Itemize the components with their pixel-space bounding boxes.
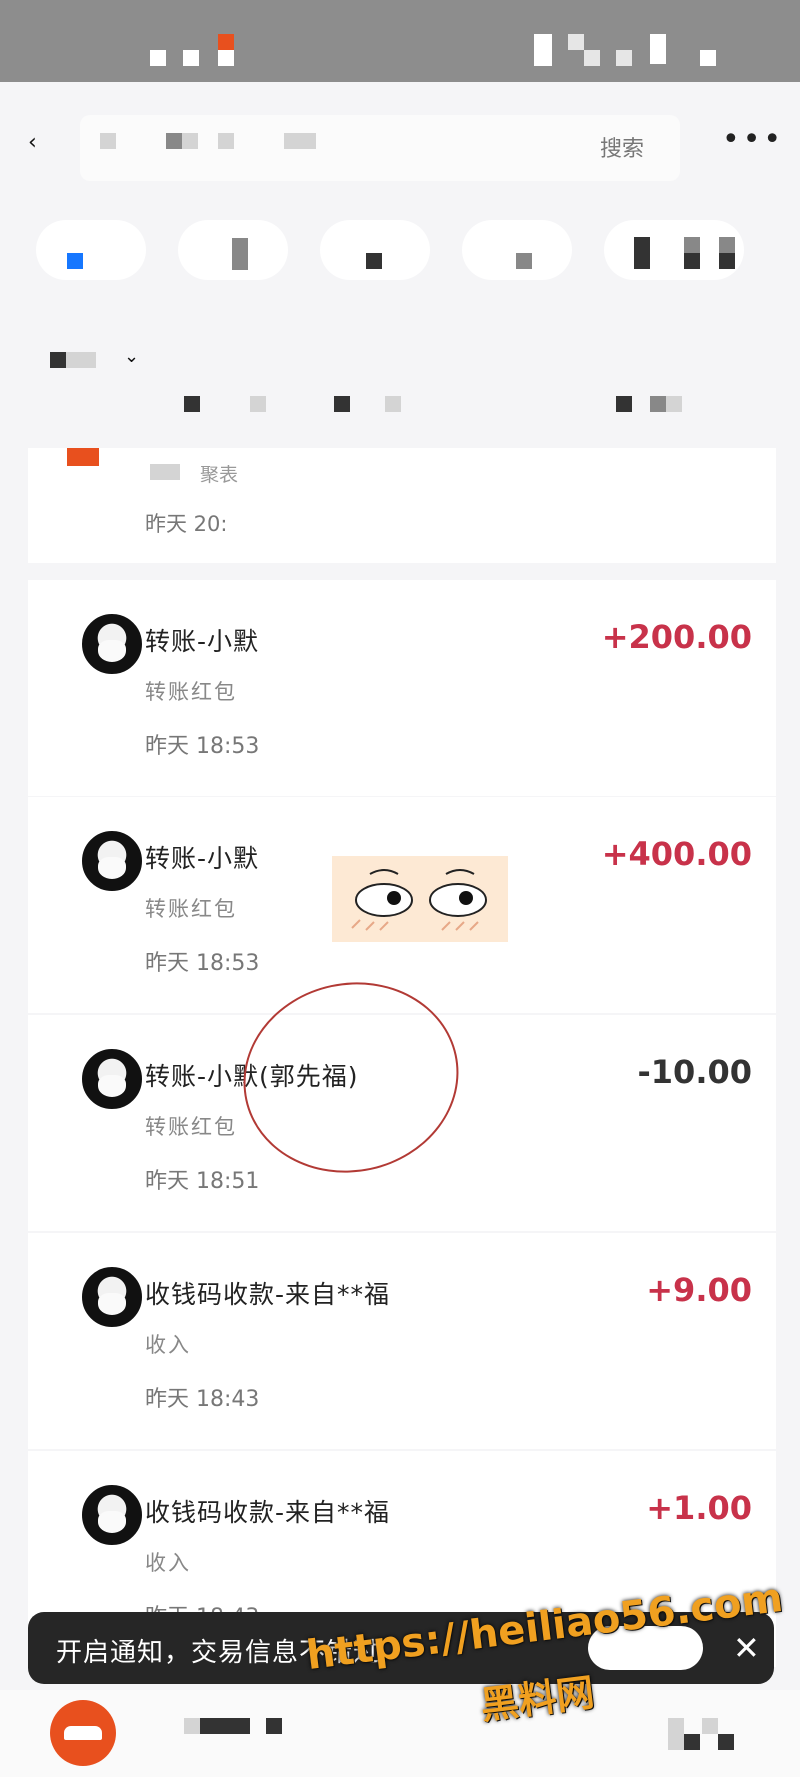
transaction-type: 聚表	[200, 464, 239, 486]
transaction-amount: +200.00	[601, 618, 752, 656]
search-input[interactable]	[80, 115, 680, 181]
filter-chip[interactable]	[462, 220, 572, 280]
filter-chip[interactable]	[604, 220, 744, 280]
avatar	[80, 1483, 144, 1547]
transaction-type: 转账红包	[145, 897, 237, 921]
list-item[interactable]: 聚表 昨天 20:	[28, 448, 776, 563]
transaction-time: 昨天 20:	[145, 512, 228, 536]
more-horizontal-icon[interactable]: •••	[722, 122, 784, 157]
filter-chip[interactable]	[320, 220, 430, 280]
avatar	[80, 829, 144, 893]
search-label[interactable]: 搜索	[600, 131, 644, 163]
transaction-type: 收入	[145, 1333, 191, 1357]
transaction-title: 转账-小默	[145, 844, 260, 873]
bottom-bar	[0, 1690, 800, 1777]
app-shortcut-icon[interactable]	[50, 1700, 116, 1766]
filter-chip[interactable]	[36, 220, 146, 280]
transaction-icon	[67, 448, 99, 466]
chevron-left-icon[interactable]: ‹	[28, 132, 50, 154]
transaction-type: 转账红包	[145, 680, 237, 704]
month-summary	[0, 396, 800, 420]
avatar	[80, 1265, 144, 1329]
transaction-title: 收钱码收款-来自**福	[145, 1498, 391, 1527]
avatar	[80, 1047, 144, 1111]
list-item[interactable]: 收钱码收款-来自**福 收入 昨天 18:43 +9.00	[28, 1233, 776, 1449]
transaction-title: 转账-小默	[145, 627, 260, 656]
avatar	[80, 612, 144, 676]
filter-bar	[0, 215, 800, 295]
chevron-down-icon: ⌄	[124, 346, 140, 367]
transaction-time: 昨天 18:53	[145, 734, 260, 759]
transaction-amount: +1.00	[646, 1489, 752, 1527]
transaction-amount: +400.00	[601, 835, 752, 873]
transaction-amount: -10.00	[637, 1053, 753, 1091]
list-item[interactable]: 转账-小默 转账红包 昨天 18:53 +200.00	[28, 580, 776, 796]
transaction-type: 收入	[145, 1551, 191, 1575]
filter-chip[interactable]	[178, 220, 288, 280]
transaction-title: 收钱码收款-来自**福	[145, 1280, 391, 1309]
transaction-type: 转账红包	[145, 1115, 237, 1139]
close-icon[interactable]: ✕	[733, 1628, 760, 1668]
eyes-sticker	[332, 856, 508, 942]
transaction-time: 昨天 18:51	[145, 1169, 260, 1194]
transaction-amount: +9.00	[646, 1271, 752, 1309]
transaction-time: 昨天 18:43	[145, 1387, 260, 1412]
transaction-time: 昨天 18:53	[145, 951, 260, 976]
month-selector[interactable]: ⌄	[48, 344, 148, 372]
status-bar	[0, 0, 800, 82]
